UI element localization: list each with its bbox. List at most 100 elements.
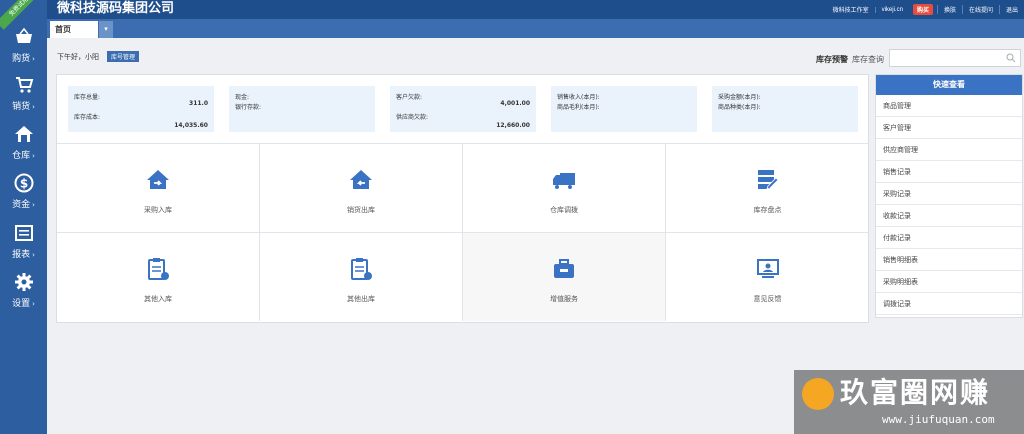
watermark-logo-icon [802, 378, 834, 410]
action-label: 意见反馈 [753, 295, 782, 303]
sidebar-item-sales[interactable]: 销货 › [0, 75, 47, 123]
stock-warning-link[interactable]: 库存预警 [816, 54, 848, 65]
house-in-icon [147, 170, 169, 189]
dashboard-panel: 库存总量: 311.0 库存成本: 14,035.60 现金: 银行存款: 客户… [56, 74, 869, 323]
stat-label: 库存总量: [74, 94, 101, 101]
feedback-screen-icon [756, 259, 779, 278]
clipboard-out-icon [351, 258, 372, 280]
greeting-text: 下午好，小阳 [57, 52, 99, 61]
action-label: 仓库调拨 [550, 206, 578, 214]
stat-card-cash: 现金: 银行存款: [229, 86, 375, 132]
search-input[interactable] [889, 49, 1021, 67]
other-in-button[interactable]: 其他入库 [57, 232, 260, 321]
sidebar-item-reports[interactable]: 报表 › [0, 223, 47, 271]
tab-home[interactable]: 首页 [50, 21, 98, 38]
quick-item-customers[interactable]: 客户管理 [876, 117, 1022, 139]
house-icon [14, 126, 33, 142]
clipboard-in-icon [148, 258, 169, 280]
trial-ribbon: 免费试用 [0, 0, 42, 30]
value-added-button[interactable]: 增值服务 [463, 232, 666, 321]
quick-view-title: 快速查看 [876, 75, 1022, 95]
sidebar-item-label: 购货 [12, 54, 31, 64]
stat-card-sales: 销售收入(本月): 商品毛利(本月): [551, 86, 697, 132]
stat-label: 银行存款: [235, 104, 262, 111]
stat-value: 14,035.60 [174, 122, 208, 129]
watermark-text: 玖富圈网赚 [840, 376, 991, 409]
action-label: 增值服务 [550, 295, 578, 303]
watermark: 玖富圈网赚 www.jiufuquan.com [794, 370, 1024, 434]
other-out-button[interactable]: 其他出库 [260, 232, 463, 321]
quick-item-purchase-records[interactable]: 采购记录 [876, 183, 1022, 205]
transfer-button[interactable]: 仓库调拨 [463, 143, 666, 232]
toolbox-icon [554, 259, 574, 278]
quick-view-panel: 快速查看 商品管理 客户管理 供应商管理 销售记录 采购记录 收款记录 付款记录… [875, 74, 1023, 318]
stat-value: 311.0 [189, 100, 208, 107]
logout-link[interactable]: 退出 [998, 5, 1024, 14]
action-label: 其他出库 [347, 295, 375, 303]
top-links: 微科技工作室 vikeji.cn 购买 换肤 在线提问 退出 [827, 0, 1024, 19]
truck-icon [553, 173, 575, 189]
action-label: 其他入库 [144, 295, 172, 303]
quick-item-receipts[interactable]: 收款记录 [876, 205, 1022, 227]
sidebar-item-purchase[interactable]: 购货 › [0, 27, 47, 75]
stat-label: 供应商欠款: [396, 114, 429, 121]
action-label: 销货出库 [347, 206, 375, 214]
sidebar-item-label: 仓库 [12, 151, 31, 161]
dollar-icon: $ [14, 173, 33, 193]
sidebar-item-warehouse[interactable]: 仓库 › [0, 124, 47, 172]
cart-icon [15, 77, 33, 93]
sidebar-item-label: 报表 [12, 250, 31, 260]
sidebar-item-label: 设置 [12, 299, 31, 309]
quick-item-suppliers[interactable]: 供应商管理 [876, 139, 1022, 161]
greeting-bar: 下午好，小阳 库号管理 [57, 51, 140, 62]
stat-label: 商品毛利(本月): [557, 104, 600, 111]
stat-value: 12,660.00 [496, 122, 530, 129]
svg-text:$: $ [19, 177, 27, 191]
stocktake-button[interactable]: 库存盘点 [666, 143, 869, 232]
stat-label: 现金: [235, 94, 250, 101]
stat-card-purchase: 采购金额(本月): 商品种类(本月): [712, 86, 858, 132]
stock-query-label: 库存查询 [852, 55, 884, 64]
stat-value: 4,001.00 [500, 100, 530, 107]
quick-item-sales-detail[interactable]: 销售明细表 [876, 249, 1022, 271]
search-icon[interactable] [1006, 53, 1016, 63]
tab-dropdown-button[interactable]: ▾ [99, 21, 113, 38]
quick-item-purchase-detail[interactable]: 采购明细表 [876, 271, 1022, 293]
sales-out-button[interactable]: 销货出库 [260, 143, 463, 232]
stat-label: 客户欠款: [396, 94, 423, 101]
sidebar-item-label: 资金 [12, 200, 31, 210]
purchase-in-button[interactable]: 采购入库 [57, 143, 260, 232]
action-label: 采购入库 [144, 206, 172, 214]
action-label: 库存盘点 [753, 206, 782, 214]
stat-label: 采购金额(本月): [718, 94, 761, 101]
quick-item-sales-records[interactable]: 销售记录 [876, 161, 1022, 183]
action-grid: 采购入库 销货出库 仓库调拨 库存盘点 其他入库 其他出库 增值服务 意见反馈 [57, 143, 869, 322]
buy-button[interactable]: 购买 [912, 4, 933, 15]
tab-bar: 首页 ▾ [47, 19, 1024, 38]
skin-link[interactable]: 换肤 [936, 5, 962, 14]
quick-item-products[interactable]: 商品管理 [876, 95, 1022, 117]
brand-title: 微科技源码集团公司 [57, 0, 175, 15]
stat-label: 销售收入(本月): [557, 94, 600, 101]
quick-item-payments[interactable]: 付款记录 [876, 227, 1022, 249]
sidebar-item-settings[interactable]: 设置 › [0, 272, 47, 320]
watermark-url: www.jiufuquan.com [882, 413, 995, 426]
inventory-edit-icon [757, 170, 779, 190]
stat-card-inventory: 库存总量: 311.0 库存成本: 14,035.60 [68, 86, 214, 132]
studio-link[interactable]: 微科技工作室 [827, 5, 875, 14]
stat-label: 商品种类(本月): [718, 104, 761, 111]
stat-card-debts: 客户欠款: 4,001.00 供应商欠款: 12,660.00 [390, 86, 536, 132]
feedback-button[interactable]: 意见反馈 [666, 232, 869, 321]
sidebar-item-funds[interactable]: $ 资金 › [0, 173, 47, 221]
house-out-icon [350, 170, 372, 189]
basket-icon [15, 27, 32, 43]
ask-link[interactable]: 在线提问 [961, 5, 999, 14]
top-header: 微科技源码集团公司 微科技工作室 vikeji.cn 购买 换肤 在线提问 退出 [47, 0, 1024, 19]
sidebar: 免费试用 购货 › 销货 › 仓库 › $ 资金 › 报表 › 设置 › [0, 0, 47, 434]
manage-tag-button[interactable]: 库号管理 [107, 51, 140, 62]
report-icon [14, 225, 33, 241]
gear-icon [14, 273, 33, 291]
quick-item-transfers[interactable]: 调拨记录 [876, 293, 1022, 315]
stat-label: 库存成本: [74, 114, 101, 121]
site-link[interactable]: vikeji.cn [874, 6, 909, 13]
